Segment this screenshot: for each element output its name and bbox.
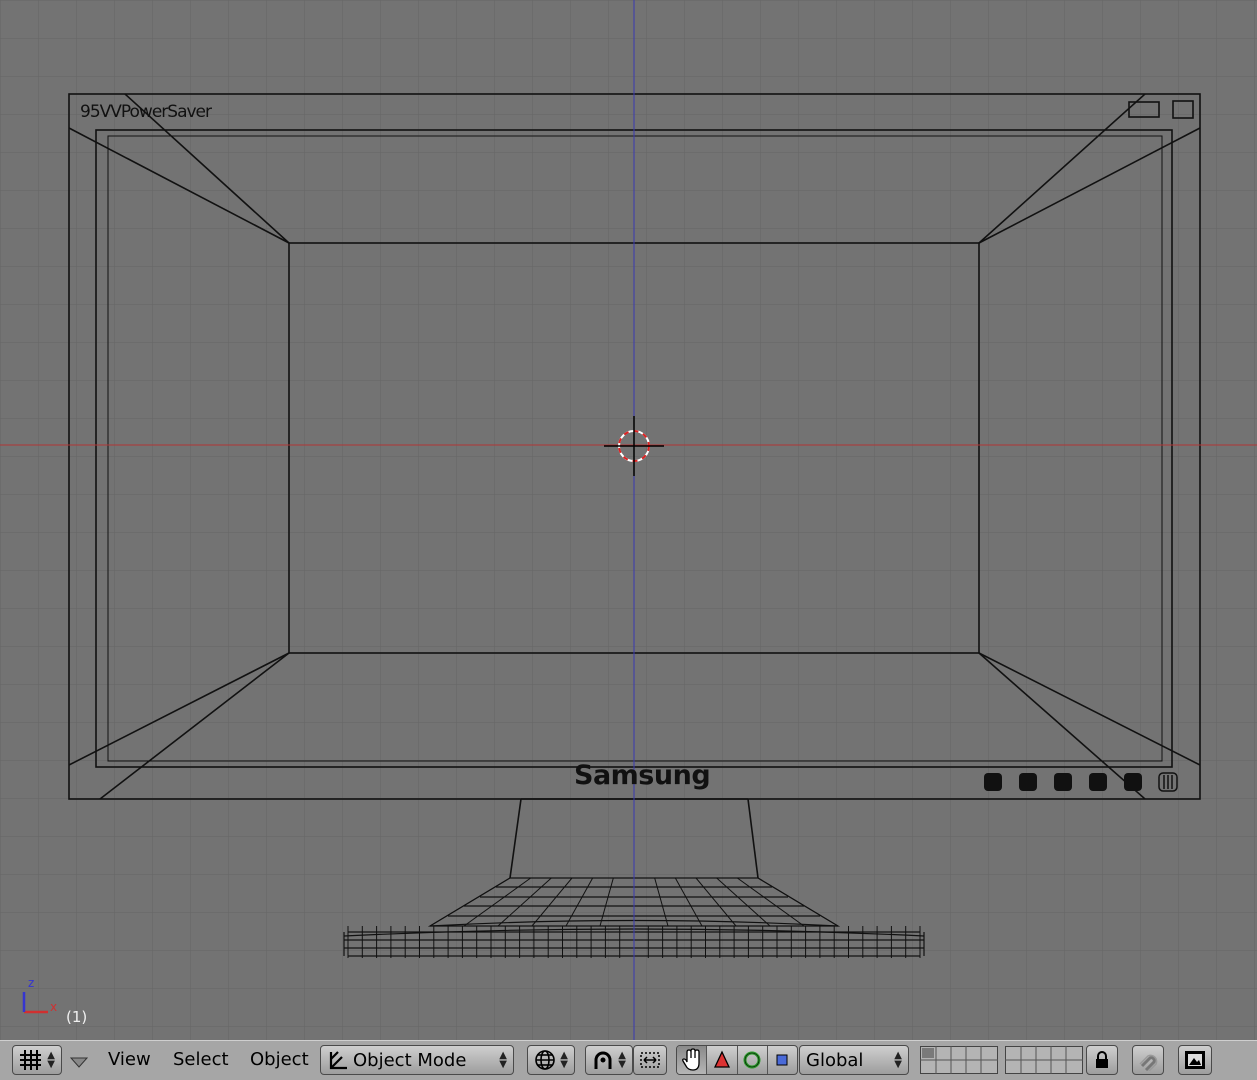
pivot-selector[interactable]: ▲ ▼ — [585, 1045, 633, 1075]
orientation-selector[interactable]: Global ▲ ▼ — [799, 1045, 909, 1075]
frame-counter: (1) — [66, 1008, 88, 1026]
updown-arrows-icon: ▲ ▼ — [47, 1050, 55, 1070]
pivot-align-button[interactable] — [633, 1045, 667, 1075]
wireframe-sphere-icon — [533, 1048, 557, 1072]
rotate-icon[interactable] — [738, 1046, 768, 1074]
render-button[interactable] — [1178, 1045, 1212, 1075]
mode-selector[interactable]: Object Mode ▲ ▼ — [320, 1045, 514, 1075]
monitor-button — [1054, 773, 1072, 791]
axis-x-label: x — [50, 1000, 58, 1014]
layer-buttons-group-2[interactable] — [1005, 1046, 1083, 1074]
axis-z-label: z — [28, 976, 35, 990]
monitor-button — [984, 773, 1002, 791]
editor-type-selector[interactable]: ▲ ▼ — [12, 1045, 62, 1075]
updown-arrows-icon: ▲ ▼ — [894, 1050, 902, 1070]
collapse-menu-icon[interactable] — [69, 1054, 89, 1073]
menu-view[interactable]: View — [108, 1049, 151, 1070]
layer-buttons-group-1[interactable] — [920, 1046, 998, 1074]
updown-arrows-icon: ▲ ▼ — [618, 1050, 626, 1070]
magnet-icon — [1137, 1049, 1159, 1071]
manipulator-group — [676, 1045, 798, 1075]
monitor-model-label: 95VVPowerSaver — [80, 102, 212, 122]
monitor-brand-label: Samsung — [574, 760, 711, 791]
align-arrows-icon — [638, 1050, 662, 1070]
monitor-button — [1089, 773, 1107, 791]
draw-type-selector[interactable]: ▲ ▼ — [527, 1045, 575, 1075]
viewport-canvas[interactable] — [0, 0, 1257, 1040]
scale-icon[interactable] — [768, 1046, 797, 1074]
updown-arrows-icon: ▲ ▼ — [560, 1050, 568, 1070]
lock-button[interactable] — [1086, 1045, 1118, 1075]
grid-icon — [18, 1049, 42, 1071]
3d-view-header: ▲ ▼ View Select Object Object Mode ▲ ▼ ▲ ▼ … — [0, 1040, 1257, 1080]
menu-object[interactable]: Object — [250, 1049, 309, 1070]
3d-viewport[interactable]: 95VVPowerSaver Samsung z x (1) — [0, 0, 1257, 1040]
menu-select[interactable]: Select — [173, 1049, 229, 1070]
lock-icon — [1093, 1050, 1111, 1070]
object-mode-icon — [327, 1049, 349, 1071]
hand-icon[interactable] — [677, 1046, 708, 1074]
mode-label: Object Mode — [353, 1049, 467, 1071]
pivot-icon — [591, 1049, 615, 1071]
updown-arrows-icon: ▲ ▼ — [499, 1050, 507, 1070]
monitor-button — [1019, 773, 1037, 791]
viewport-grid — [0, 0, 1257, 1040]
render-icon — [1184, 1050, 1206, 1070]
monitor-button — [1124, 773, 1142, 791]
orientation-label: Global — [806, 1049, 864, 1071]
snap-button[interactable] — [1132, 1045, 1164, 1075]
translate-icon[interactable] — [707, 1046, 738, 1074]
